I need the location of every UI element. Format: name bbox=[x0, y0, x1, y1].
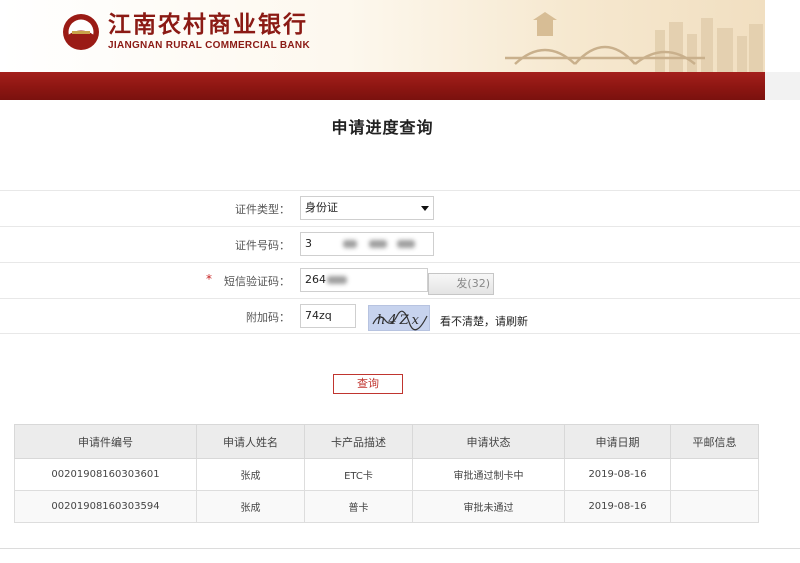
application-date-cell: 2019-08-16 bbox=[564, 490, 671, 523]
captcha-refresh-link[interactable]: 看不清楚，请刷新 bbox=[440, 313, 528, 329]
application-number-cell: 00201908160303594 bbox=[14, 490, 197, 523]
column-header: 卡产品描述 bbox=[304, 424, 413, 459]
bank-logo-icon bbox=[62, 13, 100, 51]
mail-info-cell bbox=[670, 490, 759, 523]
sms-code-value: 264 bbox=[305, 273, 326, 286]
captcha-text: h4Zx bbox=[377, 313, 422, 328]
application-number-cell: 00201908160303601 bbox=[14, 458, 197, 491]
header-shadow bbox=[765, 72, 800, 100]
column-header: 申请日期 bbox=[564, 424, 671, 459]
id-type-select[interactable]: 身份证 bbox=[300, 196, 434, 220]
chevron-down-icon bbox=[421, 206, 429, 211]
bank-logo[interactable]: 江南农村商业银行 JIANGNAN RURAL COMMERCIAL BANK bbox=[62, 12, 310, 52]
results-table: 申请件编号 申请人姓名 卡产品描述 申请状态 申请日期 平邮信息 0020190… bbox=[14, 424, 759, 523]
page-title: 申请进度查询 bbox=[331, 118, 434, 137]
redaction-blur bbox=[343, 240, 357, 248]
query-button[interactable]: 查询 bbox=[333, 374, 403, 394]
resend-sms-button[interactable]: 发(32) bbox=[428, 273, 494, 295]
form-row-sms-code: * 短信验证码： 264 bbox=[0, 262, 800, 298]
table-row: 00201908160303601 张成 ETC卡 审批通过制卡中 2019-0… bbox=[14, 458, 759, 491]
id-number-label: 证件号码： bbox=[235, 239, 290, 252]
application-status-cell: 审批未通过 bbox=[412, 490, 565, 523]
redaction-blur bbox=[397, 240, 415, 248]
header-banner: 江南农村商业银行 JIANGNAN RURAL COMMERCIAL BANK bbox=[0, 0, 765, 72]
redaction-blur bbox=[327, 276, 347, 284]
table-header-row: 申请件编号 申请人姓名 卡产品描述 申请状态 申请日期 平邮信息 bbox=[14, 424, 759, 459]
bank-name-cn: 江南农村商业银行 bbox=[108, 11, 308, 38]
redaction-blur bbox=[369, 240, 387, 248]
page-bottom-divider bbox=[0, 548, 800, 549]
captcha-image[interactable]: h4Zx bbox=[368, 305, 430, 331]
header-red-bar bbox=[0, 72, 765, 100]
application-status-cell: 审批通过制卡中 bbox=[412, 458, 565, 491]
required-mark: * bbox=[206, 272, 212, 286]
column-header: 申请状态 bbox=[412, 424, 565, 459]
applicant-name-cell: 张成 bbox=[196, 490, 305, 523]
sms-code-label: 短信验证码： bbox=[224, 275, 290, 288]
application-date-cell: 2019-08-16 bbox=[564, 458, 671, 491]
extra-code-value: 74zq bbox=[305, 309, 332, 322]
extra-code-field[interactable]: 74zq bbox=[300, 304, 356, 328]
column-header: 申请件编号 bbox=[14, 424, 197, 459]
sms-code-field[interactable]: 264 bbox=[300, 268, 428, 292]
form-row-id-type: 证件类型： 身份证 bbox=[0, 190, 800, 226]
column-header: 申请人姓名 bbox=[196, 424, 305, 459]
header-scenery-image bbox=[505, 0, 765, 72]
id-number-value: 3 bbox=[305, 237, 312, 250]
column-header: 平邮信息 bbox=[670, 424, 759, 459]
resend-sms-label: 发(32) bbox=[456, 277, 490, 290]
applicant-name-cell: 张成 bbox=[196, 458, 305, 491]
id-type-label: 证件类型： bbox=[235, 203, 290, 216]
extra-code-label: 附加码： bbox=[246, 311, 290, 324]
query-button-label: 查询 bbox=[357, 377, 379, 390]
id-number-field[interactable]: 3 bbox=[300, 232, 434, 256]
bank-name-en: JIANGNAN RURAL COMMERCIAL BANK bbox=[108, 40, 310, 51]
table-row: 00201908160303594 张成 普卡 审批未通过 2019-08-16 bbox=[14, 490, 759, 523]
card-product-cell: 普卡 bbox=[304, 490, 413, 523]
mail-info-cell bbox=[670, 458, 759, 491]
card-product-cell: ETC卡 bbox=[304, 458, 413, 491]
id-type-value: 身份证 bbox=[305, 201, 338, 214]
form-row-id-number: 证件号码： 3 bbox=[0, 226, 800, 262]
